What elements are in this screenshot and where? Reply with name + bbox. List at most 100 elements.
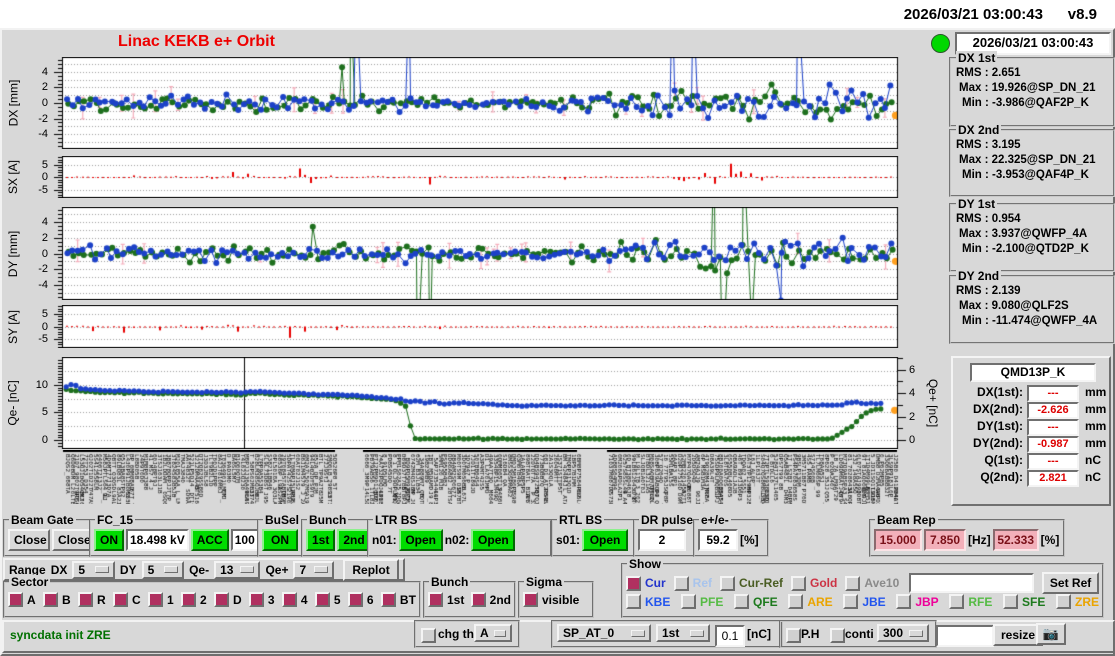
show-option-rfe[interactable]: RFE xyxy=(949,594,992,609)
ytick-sy: 0 xyxy=(22,321,48,333)
stat-rms: RMS : 2.139 xyxy=(956,285,1113,297)
sector-item-2-checkbox[interactable] xyxy=(181,592,196,607)
dr-pulse-field[interactable]: 2 xyxy=(638,529,686,551)
range-qep-dropdown[interactable]: 7 xyxy=(293,561,334,579)
show-option-ave10-checkbox[interactable] xyxy=(845,576,860,591)
sector-item-d-checkbox[interactable] xyxy=(214,592,229,607)
sector-item-c-checkbox[interactable] xyxy=(113,592,128,607)
show-option-gold[interactable]: Gold xyxy=(791,576,837,591)
sector-item-b-checkbox[interactable] xyxy=(43,592,58,607)
threshold-field[interactable]: 0.1 xyxy=(715,625,745,647)
sector-item-b[interactable]: B xyxy=(43,592,71,607)
show-option-pfe[interactable]: PFE xyxy=(681,594,723,609)
sector-item-6[interactable]: 6 xyxy=(348,592,374,607)
sector-item-3-checkbox[interactable] xyxy=(249,592,264,607)
e-ratio-field[interactable]: 59.2 xyxy=(698,529,738,551)
busel-group: BuSel ON xyxy=(257,519,303,557)
show-option-cur-checkbox[interactable] xyxy=(626,576,641,591)
show-option-are-label: ARE xyxy=(807,595,832,609)
bunch-select-dropdown[interactable]: 1st xyxy=(656,624,710,642)
bunch-filter-1st-label: 1st xyxy=(447,593,464,607)
range-dy-dropdown[interactable]: 5 xyxy=(142,561,185,579)
extra-input-field[interactable] xyxy=(936,625,994,647)
sector-item-2[interactable]: 2 xyxy=(181,592,207,607)
sector-item-a-checkbox[interactable] xyxy=(8,592,23,607)
bunch-2nd-button[interactable]: 2nd xyxy=(337,529,369,551)
show-option-ref[interactable]: Ref xyxy=(674,576,712,591)
ltr-n01-label: n01: xyxy=(372,533,397,547)
show-option-jbe[interactable]: JBE xyxy=(843,594,885,609)
ytick-dx: -2 xyxy=(22,113,48,125)
sector-item-4[interactable]: 4 xyxy=(282,592,308,607)
show-option-cur[interactable]: Cur xyxy=(626,576,666,591)
show-option-jbp-checkbox[interactable] xyxy=(896,594,911,609)
plot-dx-canvas xyxy=(52,57,908,149)
show-option-are-checkbox[interactable] xyxy=(788,594,803,609)
show-option-ave10[interactable]: Ave10 xyxy=(845,576,899,591)
show-option-sfe[interactable]: SFE xyxy=(1003,594,1045,609)
show-option-kbe-checkbox[interactable] xyxy=(626,594,641,609)
sector-item-5-checkbox[interactable] xyxy=(315,592,330,607)
sector-item-3[interactable]: 3 xyxy=(249,592,275,607)
bunch-1st-button[interactable]: 1st xyxy=(306,529,335,551)
show-option-qfe[interactable]: QFE xyxy=(734,594,778,609)
sector-item-r[interactable]: R xyxy=(78,592,106,607)
ref-name-input[interactable] xyxy=(909,573,1034,593)
sector-item-bt-checkbox[interactable] xyxy=(381,592,396,607)
show-option-ref-checkbox[interactable] xyxy=(674,576,689,591)
rtl-s01-open-button[interactable]: Open xyxy=(582,529,628,551)
sector-item-1-checkbox[interactable] xyxy=(148,592,163,607)
show-option-kbe[interactable]: KBE xyxy=(626,594,670,609)
sector-item-bt[interactable]: BT xyxy=(381,592,416,607)
ph-checkbox[interactable] xyxy=(786,628,801,643)
chg-th-dropdown[interactable]: A xyxy=(474,624,512,642)
sector-item-1[interactable]: 1 xyxy=(148,592,174,607)
replot-button[interactable]: Replot xyxy=(343,559,399,581)
range-qem-dropdown[interactable]: 13 xyxy=(214,561,260,579)
bunch-filter-2nd-checkbox[interactable] xyxy=(471,592,486,607)
sector-item-6-checkbox[interactable] xyxy=(348,592,363,607)
busel-on-button[interactable]: ON xyxy=(262,529,298,551)
set-ref-button[interactable]: Set Ref xyxy=(1042,572,1099,594)
fc15-on-button[interactable]: ON xyxy=(94,529,124,551)
range-dx-dropdown[interactable]: 5 xyxy=(72,561,115,579)
bunch-filter-2nd[interactable]: 2nd xyxy=(471,592,511,607)
show-option-sfe-checkbox[interactable] xyxy=(1003,594,1018,609)
show-option-gold-checkbox[interactable] xyxy=(791,576,806,591)
show-option-cur-ref[interactable]: Cur-Ref xyxy=(720,576,783,591)
show-option-zre[interactable]: ZRE xyxy=(1056,594,1099,609)
sector-item-d[interactable]: D xyxy=(214,592,242,607)
chg-th-checkbox[interactable] xyxy=(421,628,436,643)
sector-item-4-label: 4 xyxy=(301,593,308,607)
sector-item-a[interactable]: A xyxy=(8,592,36,607)
dropdown-indicator-icon xyxy=(95,566,109,573)
conti-checkbox[interactable] xyxy=(830,628,845,643)
show-option-pfe-checkbox[interactable] xyxy=(681,594,696,609)
sector-item-c[interactable]: C xyxy=(113,592,141,607)
points-dropdown[interactable]: 300 xyxy=(877,624,929,642)
monitor-name-field[interactable]: QMD13P_K xyxy=(970,363,1096,382)
show-option-jbp[interactable]: JBP xyxy=(896,594,938,609)
bunch-filter-1st[interactable]: 1st xyxy=(428,592,464,607)
sector-item-r-checkbox[interactable] xyxy=(78,592,93,607)
show-option-are[interactable]: ARE xyxy=(788,594,832,609)
sp-select-dropdown[interactable]: SP_AT_0 xyxy=(557,624,651,642)
show-option-cur-ref-checkbox[interactable] xyxy=(720,576,735,591)
camera-icon[interactable]: 📷 xyxy=(1036,623,1066,645)
beam-gate-close-1-button[interactable]: Close xyxy=(8,529,50,551)
page-title: Linac KEKB e+ Orbit xyxy=(118,33,275,51)
sector-item-5[interactable]: 5 xyxy=(315,592,341,607)
sigma-visible-option[interactable]: visible xyxy=(523,592,579,607)
ltr-n01-open-button[interactable]: Open xyxy=(399,529,443,551)
ltr-n02-open-button[interactable]: Open xyxy=(471,529,515,551)
sector-item-4-checkbox[interactable] xyxy=(282,592,297,607)
monitor-row-unit: mm xyxy=(1085,436,1106,450)
bunch-filter-1st-checkbox[interactable] xyxy=(428,592,443,607)
show-option-zre-checkbox[interactable] xyxy=(1056,594,1071,609)
show-option-jbe-checkbox[interactable] xyxy=(843,594,858,609)
sigma-visible-checkbox[interactable] xyxy=(523,592,538,607)
fc15-acc-button[interactable]: ACC xyxy=(191,529,229,551)
beam-gate-close-2-button[interactable]: Close xyxy=(52,529,94,551)
show-option-rfe-checkbox[interactable] xyxy=(949,594,964,609)
show-option-qfe-checkbox[interactable] xyxy=(734,594,749,609)
